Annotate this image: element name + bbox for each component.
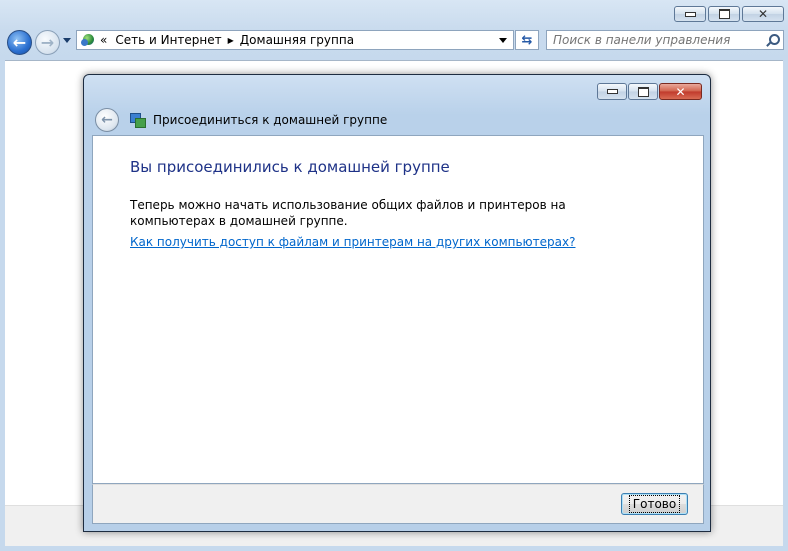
homegroup-icon [129, 112, 146, 128]
search-input[interactable] [553, 33, 763, 47]
dialog-title: Присоединиться к домашней группе [153, 113, 388, 127]
breadcrumb-item-homegroup[interactable]: Домашняя группа [240, 33, 354, 47]
close-button[interactable]: ✕ [742, 6, 784, 22]
forward-button[interactable]: → [35, 30, 60, 55]
navigation-bar: ← → « Сеть и Интернет ▶ Домашняя группа … [0, 28, 788, 56]
page-heading: Вы присоединились к домашней группе [130, 158, 450, 176]
back-arrow-icon: ← [12, 33, 27, 52]
dialog-minimize-button[interactable] [597, 83, 627, 100]
back-arrow-icon: ← [101, 112, 113, 128]
maximize-icon [718, 9, 730, 19]
dialog-window-controls: ✕ [597, 83, 702, 100]
help-link[interactable]: Как получить доступ к файлам и принтерам… [130, 235, 575, 249]
breadcrumb-overflow[interactable]: « [100, 33, 107, 47]
breadcrumb-separator-icon[interactable]: ▶ [228, 36, 234, 45]
maximize-button[interactable] [708, 6, 740, 22]
search-box[interactable] [546, 30, 784, 50]
homegroup-wizard-dialog: ✕ ← Присоединиться к домашней группе Вы … [83, 74, 711, 532]
refresh-button[interactable]: ⇆ [515, 30, 539, 50]
close-icon: ✕ [757, 7, 769, 21]
address-bar[interactable]: « Сеть и Интернет ▶ Домашняя группа [76, 30, 514, 50]
window-controls: ✕ [674, 6, 784, 22]
minimize-icon [606, 89, 618, 94]
finish-button[interactable]: Готово [621, 493, 688, 515]
search-icon[interactable] [765, 34, 780, 48]
dialog-header: ← Присоединиться к домашней группе [92, 105, 704, 135]
breadcrumb-item-network[interactable]: Сеть и Интернет [115, 33, 221, 47]
refresh-icon: ⇆ [521, 32, 533, 48]
dialog-body: Вы присоединились к домашней группе Тепе… [92, 135, 704, 484]
network-globe-icon [81, 32, 97, 48]
maximize-icon [637, 86, 649, 97]
dialog-footer: Готово [92, 484, 704, 524]
dialog-back-button[interactable]: ← [95, 108, 119, 132]
address-dropdown-icon[interactable] [499, 38, 507, 43]
minimize-button[interactable] [674, 6, 706, 22]
forward-arrow-icon: → [40, 33, 55, 52]
recent-pages-dropdown[interactable] [63, 38, 71, 43]
dialog-maximize-button[interactable] [628, 83, 658, 100]
minimize-icon [684, 11, 696, 17]
dialog-close-button[interactable]: ✕ [659, 83, 702, 100]
finish-button-label: Готово [628, 495, 681, 513]
back-button[interactable]: ← [7, 30, 32, 55]
close-icon: ✕ [675, 84, 686, 99]
description-text: Теперь можно начать использование общих … [130, 198, 566, 228]
